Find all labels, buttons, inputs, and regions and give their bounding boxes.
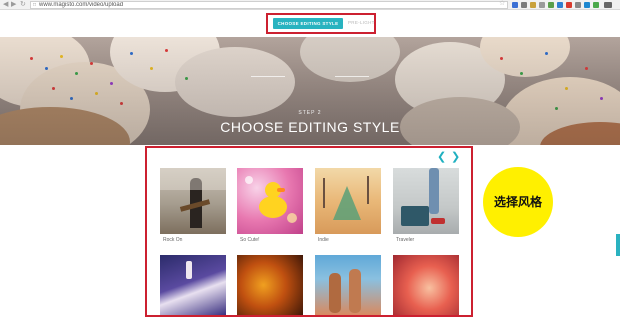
browser-toolbar: ◀ ▶ ↻ □ www.magisto.com/video/upload ☆ xyxy=(0,0,620,10)
traveler-legs xyxy=(429,168,439,214)
choose-editing-style-button[interactable]: CHOOSE EDITING STYLE xyxy=(273,18,343,29)
back-arrow-icon[interactable]: ◀ xyxy=(3,1,8,9)
extension-icon[interactable] xyxy=(575,2,581,8)
scroll-indicator xyxy=(616,234,620,256)
style-tile-so-cute[interactable] xyxy=(237,168,303,234)
step-label: STEP 2 xyxy=(298,110,322,116)
bokeh-light xyxy=(287,213,297,223)
extension-icon[interactable] xyxy=(548,2,554,8)
style-tile-indie[interactable] xyxy=(315,168,381,234)
extension-icon[interactable] xyxy=(566,2,572,8)
sky xyxy=(160,168,226,190)
style-tile[interactable] xyxy=(393,255,459,315)
style-tile[interactable] xyxy=(160,255,226,315)
person-figure xyxy=(349,269,361,313)
chevron-left-icon[interactable]: ❮ xyxy=(437,152,446,163)
style-tile-traveler[interactable] xyxy=(393,168,459,234)
style-label: So Cute! xyxy=(240,237,260,243)
address-bar[interactable]: □ www.magisto.com/video/upload xyxy=(30,1,508,9)
style-label: Traveler xyxy=(396,237,415,243)
style-tile-rock-on[interactable] xyxy=(160,168,226,234)
step-divider-right xyxy=(335,76,369,77)
step-divider-left xyxy=(251,76,285,77)
person-figure xyxy=(329,273,341,313)
style-tile[interactable] xyxy=(237,255,303,315)
page-icon: □ xyxy=(33,2,37,8)
suitcase xyxy=(401,206,429,226)
bookmark-star-icon[interactable]: ☆ xyxy=(499,0,505,8)
reload-icon[interactable]: ↻ xyxy=(20,1,26,9)
extension-icon[interactable] xyxy=(539,2,545,8)
extension-icon[interactable] xyxy=(584,2,590,8)
extension-icon[interactable] xyxy=(593,2,599,8)
extension-icon[interactable] xyxy=(512,2,518,8)
style-label: Indie xyxy=(318,237,329,243)
bokeh-light xyxy=(245,176,253,184)
menu-icon[interactable] xyxy=(604,2,612,8)
style-label: Rock On xyxy=(163,237,183,243)
annotation-badge: 选择风格 xyxy=(483,167,553,237)
chevron-right-icon[interactable]: ❯ xyxy=(451,152,460,163)
pre-light-link[interactable]: PRE-LIGHT xyxy=(348,20,375,25)
address-bar-url: www.magisto.com/video/upload xyxy=(39,2,124,8)
extension-icon[interactable] xyxy=(557,2,563,8)
hero-title: CHOOSE EDITING STYLE xyxy=(220,119,400,135)
extension-icon[interactable] xyxy=(530,2,536,8)
style-tile[interactable] xyxy=(315,255,381,315)
palm-tree xyxy=(323,178,325,208)
rubber-duck-body xyxy=(259,196,287,218)
extension-icon[interactable] xyxy=(521,2,527,8)
figure-silhouette xyxy=(186,261,192,279)
palm-tree xyxy=(367,176,369,204)
red-shoes xyxy=(431,218,445,224)
triangle-overlay xyxy=(333,186,361,220)
rubber-duck-beak xyxy=(277,188,285,192)
forward-arrow-icon[interactable]: ▶ xyxy=(11,1,16,9)
